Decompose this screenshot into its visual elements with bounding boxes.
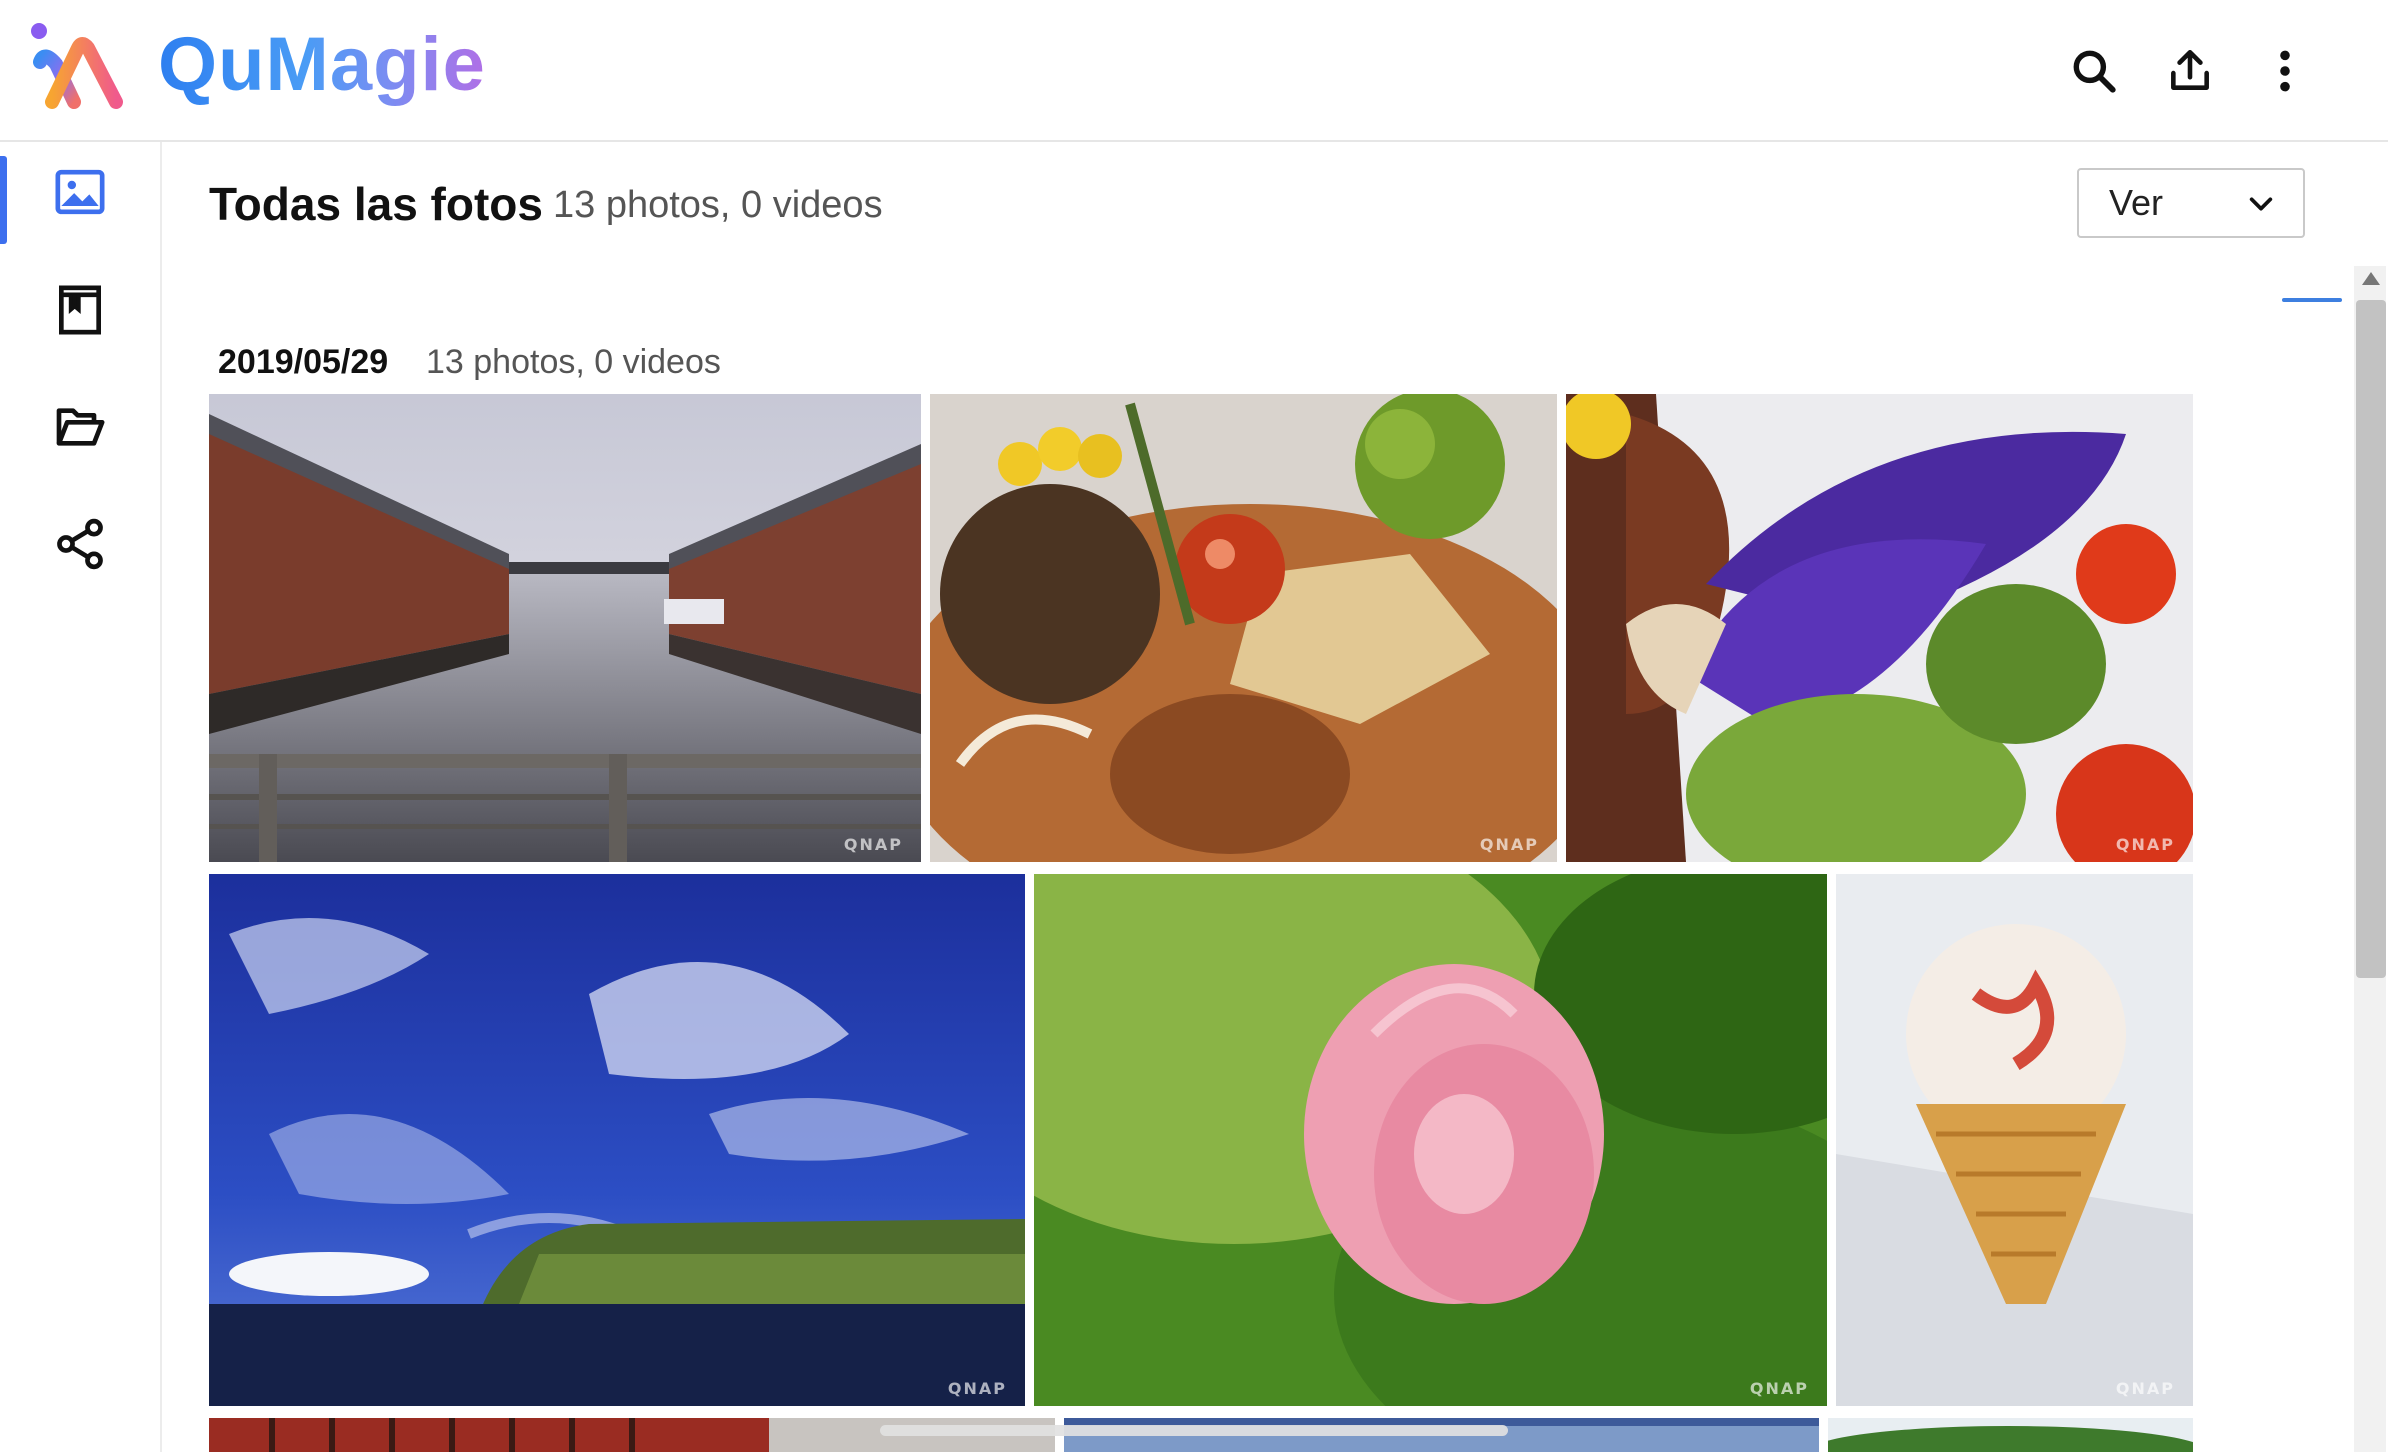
home-indicator[interactable] — [880, 1425, 1508, 1436]
view-dropdown[interactable]: Ver — [2077, 168, 2305, 238]
sidebar-item-photos[interactable] — [0, 142, 160, 244]
photo-thumbnail[interactable]: QNAP — [209, 874, 1025, 1406]
photo-watermark: QNAP — [2115, 835, 2175, 854]
page-title: Todas las fotos — [209, 178, 543, 230]
album-icon — [59, 285, 101, 335]
group-date: 2019/05/29 — [218, 343, 389, 381]
qumagie-logo-icon — [31, 23, 123, 109]
search-button[interactable] — [2059, 36, 2129, 106]
photo-thumbnail[interactable]: QNAP — [209, 394, 921, 862]
eggplant-photo-image — [1566, 394, 2193, 862]
canal-photo-image — [209, 394, 921, 862]
photos-icon — [55, 169, 105, 215]
scrollbar-thumb[interactable] — [2356, 300, 2386, 978]
photo-watermark: QNAP — [1479, 835, 1539, 854]
photo-watermark: QNAP — [843, 835, 903, 854]
group-item-count: 13 photos, 0 videos — [426, 343, 721, 381]
app-header: QuMagie — [0, 0, 2388, 142]
scroll-up-arrow-icon[interactable] — [2362, 272, 2380, 285]
sky-cliff-photo-image — [209, 874, 1025, 1406]
lotus-photo-image — [1034, 874, 1827, 1406]
ice-cream-photo-image — [1836, 874, 2193, 1406]
photo-thumbnail[interactable]: QNAP — [1566, 394, 2193, 862]
photo-watermark: QNAP — [947, 1379, 1007, 1398]
partial-photo-image — [1828, 1418, 2193, 1452]
sidebar-item-albums[interactable] — [0, 260, 160, 360]
sidebar — [0, 142, 162, 1452]
more-vertical-icon — [2280, 50, 2290, 92]
photo-thumbnail[interactable] — [1828, 1418, 2193, 1452]
sidebar-item-folders[interactable] — [0, 377, 160, 477]
timeline-scroll-marker[interactable] — [2282, 298, 2342, 302]
upload-icon — [2171, 49, 2209, 90]
curry-photo-image — [930, 394, 1557, 862]
sidebar-item-shared[interactable] — [0, 494, 160, 594]
chevron-down-icon — [2249, 197, 2273, 211]
app-logo-text: QuMagie — [158, 20, 486, 110]
search-icon — [2073, 50, 2116, 93]
page-item-count: 13 photos, 0 videos — [553, 184, 883, 226]
photo-watermark: QNAP — [1749, 1379, 1809, 1398]
photo-thumbnail[interactable]: QNAP — [1034, 874, 1827, 1406]
folder-icon — [56, 408, 105, 446]
upload-button[interactable] — [2155, 36, 2225, 106]
photo-thumbnail[interactable]: QNAP — [930, 394, 1557, 862]
photo-thumbnail[interactable]: QNAP — [1836, 874, 2193, 1406]
view-dropdown-label: Ver — [2109, 182, 2164, 223]
more-options-button[interactable] — [2250, 36, 2320, 106]
photo-watermark: QNAP — [2115, 1379, 2175, 1398]
share-icon — [57, 518, 103, 570]
